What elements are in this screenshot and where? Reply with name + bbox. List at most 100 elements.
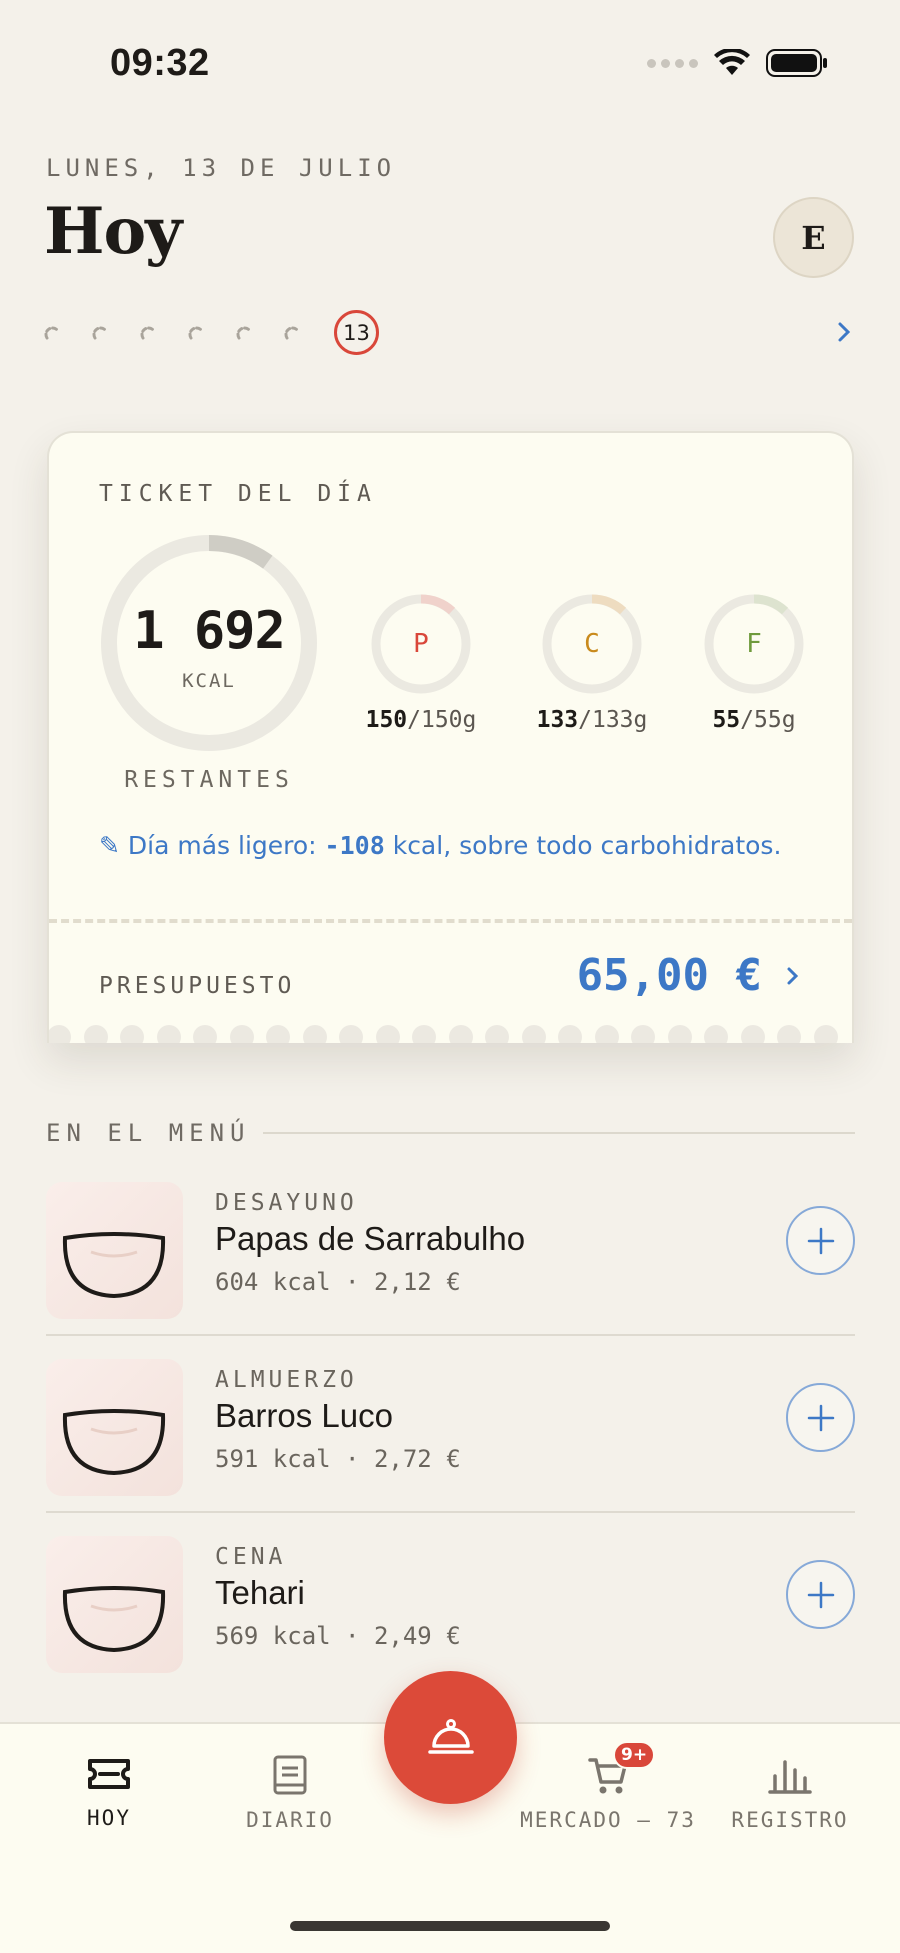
bowl-icon: [62, 1232, 166, 1299]
scallop-notch: [521, 1025, 546, 1043]
plus-icon: [807, 1227, 834, 1254]
cellular-signal-icon: [647, 58, 698, 68]
scallop-notch: [448, 1025, 473, 1043]
scallop-notch: [558, 1025, 582, 1043]
bar-chart-icon: [768, 1760, 812, 1794]
daily-ticket-card[interactable]: TICKET DEL DÍA 1 692 KCAL RESTANTES P 15…: [47, 431, 854, 1043]
scallop-notch: [813, 1025, 838, 1043]
day-pending-icon[interactable]: [188, 326, 205, 343]
log-meal-fab[interactable]: [384, 1671, 517, 1804]
meal-meta: 591 kcal · 2,72 €: [215, 1445, 461, 1473]
scallop-notch: [777, 1025, 801, 1043]
scallop-notch: [485, 1025, 509, 1043]
kcal-unit: KCAL: [182, 670, 236, 692]
add-meal-button[interactable]: [786, 1383, 855, 1452]
budget-value[interactable]: 65,00 €: [577, 950, 762, 1001]
day-pending-icon[interactable]: [284, 326, 301, 343]
scallop-notch: [339, 1025, 363, 1043]
ticket-scalloped-edge: [49, 1023, 852, 1043]
tab-mercado[interactable]: MERCADO — 73: [520, 1754, 696, 1832]
scallop-notch: [667, 1025, 692, 1043]
meal-meta: 569 kcal · 2,49 €: [215, 1622, 461, 1650]
current-day-indicator[interactable]: 13: [334, 310, 379, 355]
protein-amount: 150/150g: [365, 707, 477, 733]
scallop-notch: [740, 1025, 765, 1043]
meal-thumbnail: [46, 1182, 183, 1319]
day-pending-icon[interactable]: [236, 326, 253, 343]
tab-registro[interactable]: REGISTRO: [730, 1754, 850, 1832]
meal-row[interactable]: CENA Tehari 569 kcal · 2,49 €: [46, 1522, 855, 1690]
meal-name: Papas de Sarrabulho: [215, 1220, 526, 1257]
cloche-icon: [427, 1718, 474, 1754]
avatar[interactable]: E: [773, 197, 854, 278]
macro-carbs: C 133/133g: [527, 593, 657, 733]
day-pending-icon[interactable]: [92, 326, 109, 343]
wifi-icon: [714, 49, 750, 75]
scallop-notch: [594, 1025, 619, 1043]
budget-label: PRESUPUESTO: [99, 973, 296, 999]
scallop-notch: [704, 1025, 728, 1043]
section-divider: [263, 1132, 855, 1134]
scallop-notch: [302, 1025, 327, 1043]
ticket-perforation: [49, 919, 852, 923]
plus-icon: [807, 1404, 834, 1431]
battery-icon: [766, 49, 827, 77]
tab-label: REGISTRO: [731, 1808, 849, 1832]
tab-diario[interactable]: DIARIO: [240, 1754, 340, 1832]
page-title: Hoy: [44, 194, 182, 269]
tab-label: DIARIO: [246, 1808, 334, 1832]
scallop-notch: [412, 1025, 436, 1043]
scallop-notch: [266, 1025, 290, 1043]
meal-meta: 604 kcal · 2,12 €: [215, 1268, 461, 1296]
ticket-label: TICKET DEL DÍA: [99, 481, 377, 507]
status-time: 09:32: [110, 42, 210, 84]
kcal-caption: RESTANTES: [124, 767, 294, 793]
home-indicator: [290, 1921, 610, 1931]
tab-label: HOY: [87, 1806, 131, 1830]
meal-name: Tehari: [215, 1574, 305, 1611]
meal-row[interactable]: DESAYUNO Papas de Sarrabulho 604 kcal · …: [46, 1168, 855, 1336]
fat-letter: F: [746, 629, 762, 659]
tab-label: MERCADO — 73: [520, 1808, 696, 1832]
meal-thumbnail: [46, 1359, 183, 1496]
protein-letter: P: [413, 629, 429, 659]
add-meal-button[interactable]: [786, 1560, 855, 1629]
meal-type: CENA: [215, 1544, 287, 1570]
bowl-icon: [62, 1586, 166, 1653]
scallop-notch: [229, 1025, 254, 1043]
meal-type: DESAYUNO: [215, 1190, 358, 1216]
ticket-icon: [88, 1759, 130, 1789]
book-icon: [273, 1755, 307, 1795]
scallop-notch: [156, 1025, 181, 1043]
day-pending-icon[interactable]: [140, 326, 157, 343]
menu-section-title: EN EL MENÚ: [46, 1119, 251, 1147]
meal-name: Barros Luco: [215, 1397, 393, 1434]
status-indicators: [647, 48, 828, 78]
add-meal-button[interactable]: [786, 1206, 855, 1275]
meal-type: ALMUERZO: [215, 1367, 358, 1393]
meal-row[interactable]: ALMUERZO Barros Luco 591 kcal · 2,72 €: [46, 1345, 855, 1513]
scallop-notch: [375, 1025, 400, 1043]
macro-protein: P 150/150g: [356, 593, 486, 733]
chevron-right-icon[interactable]: [834, 318, 854, 346]
scallop-notch: [193, 1025, 217, 1043]
scallop-notch: [83, 1025, 108, 1043]
week-strip: 13: [44, 310, 854, 358]
carbs-amount: 133/133g: [536, 707, 648, 733]
day-pending-icon[interactable]: [44, 326, 61, 343]
cart-badge: 9+: [613, 1741, 656, 1769]
insight-text: ✎ Día más ligero: -108 kcal, sobre todo …: [99, 831, 782, 860]
date-label: LUNES, 13 DE JULIO: [46, 154, 397, 182]
scallop-notch: [49, 1025, 71, 1043]
bowl-icon: [62, 1409, 166, 1476]
macro-fat: F 55/55g: [689, 593, 819, 733]
kcal-remaining-value: 1 692: [133, 601, 286, 661]
plus-icon: [807, 1581, 834, 1608]
chevron-right-icon[interactable]: [784, 963, 802, 989]
carbs-letter: C: [584, 629, 600, 659]
fat-amount: 55/55g: [712, 707, 796, 733]
scallop-notch: [631, 1025, 655, 1043]
scallop-notch: [120, 1025, 144, 1043]
tab-hoy[interactable]: HOY: [70, 1754, 148, 1830]
meal-thumbnail: [46, 1536, 183, 1673]
